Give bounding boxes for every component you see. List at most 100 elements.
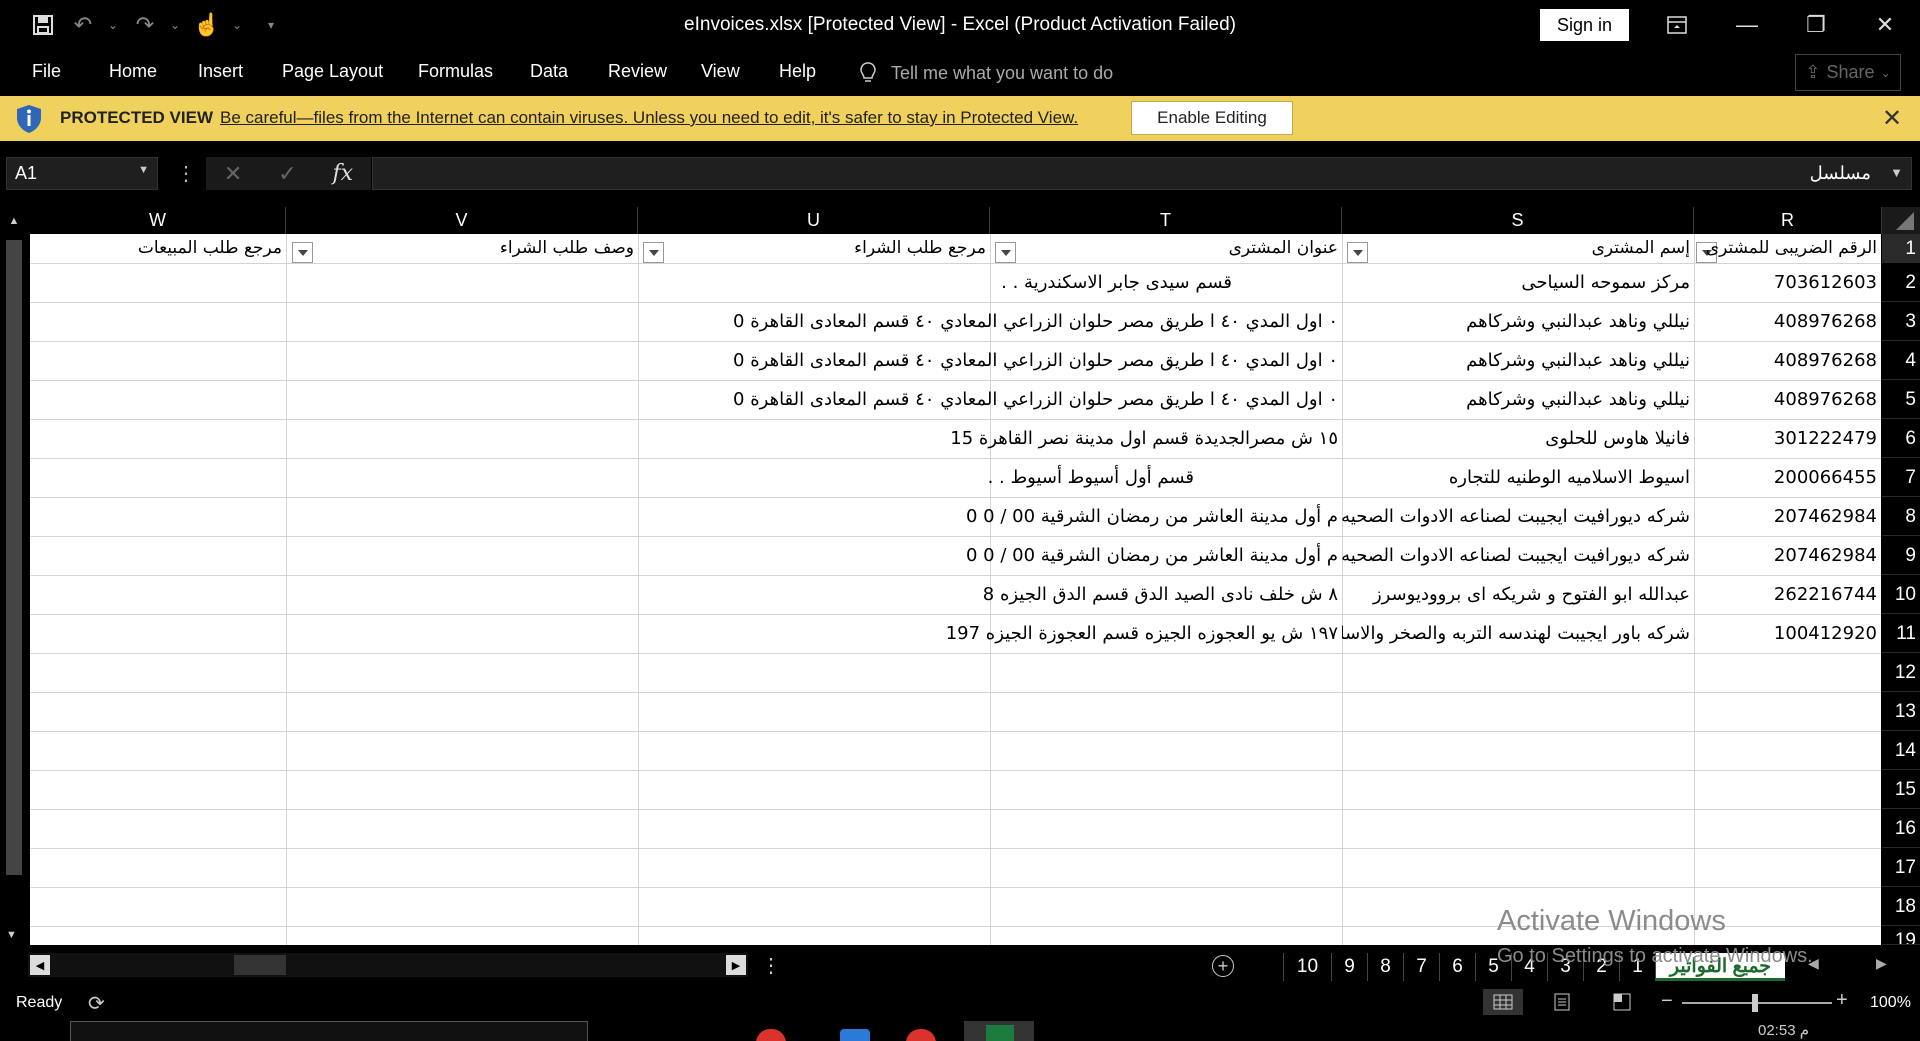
cell-r6[interactable]: 301222479 bbox=[1694, 419, 1881, 458]
zoom-level[interactable]: 100% bbox=[1870, 994, 1911, 1012]
customize-qat-icon[interactable]: ▾ bbox=[268, 18, 280, 32]
redo-icon[interactable]: ↷ bbox=[130, 12, 160, 38]
tab-formulas[interactable]: Formulas bbox=[418, 61, 493, 82]
touch-mode-icon[interactable]: ☝ bbox=[192, 12, 222, 38]
tab-split-handle-icon[interactable]: ⋮ bbox=[761, 953, 781, 978]
cell-r7[interactable]: 200066455 bbox=[1694, 458, 1881, 497]
cell-r2[interactable]: 703612603 bbox=[1694, 263, 1881, 302]
row-header-12[interactable]: 12 bbox=[1882, 653, 1920, 692]
tab-page-layout[interactable]: Page Layout bbox=[282, 61, 383, 82]
share-button[interactable]: ⇪ Share ⌄ bbox=[1795, 54, 1901, 91]
redo-dropdown-icon[interactable]: ⌄ bbox=[170, 18, 182, 32]
minimize-icon[interactable]: — bbox=[1718, 8, 1776, 42]
sheet-tab-8[interactable]: 8 bbox=[1367, 953, 1403, 981]
tab-help[interactable]: Help bbox=[779, 61, 816, 82]
column-header-r[interactable]: R bbox=[1694, 207, 1882, 234]
cell-s8[interactable]: شركه ديورافيت ايجيبت لصناعه الادوات الصح… bbox=[1342, 497, 1694, 536]
close-bar-icon[interactable]: ✕ bbox=[1882, 104, 1902, 133]
scroll-right-icon[interactable]: ▶ bbox=[726, 955, 746, 975]
formula-input[interactable]: مسلسل ▼ bbox=[372, 157, 1912, 190]
horizontal-scroll-thumb[interactable] bbox=[234, 955, 286, 975]
tab-review[interactable]: Review bbox=[608, 61, 667, 82]
accessibility-icon[interactable]: ⟳ bbox=[88, 991, 105, 1016]
cell-r4[interactable]: 408976268 bbox=[1694, 341, 1881, 380]
taskbar-excel-icon[interactable] bbox=[964, 1021, 1034, 1041]
sheet-tab-7[interactable]: 7 bbox=[1403, 953, 1439, 981]
sheet-tab-6[interactable]: 6 bbox=[1439, 953, 1475, 981]
cell-t2[interactable]: قسم سيدى جابر الاسكندرية . . bbox=[638, 263, 1342, 302]
tab-insert[interactable]: Insert bbox=[198, 61, 243, 82]
row-header-6[interactable]: 6 bbox=[1882, 419, 1920, 458]
taskbar-app-blue-icon[interactable] bbox=[840, 1029, 870, 1041]
taskbar-search-box[interactable] bbox=[70, 1021, 588, 1041]
restore-icon[interactable]: ❐ bbox=[1787, 8, 1845, 42]
row-header-1[interactable]: 1 bbox=[1882, 234, 1920, 263]
tab-home[interactable]: Home bbox=[109, 61, 157, 82]
expand-formula-bar-icon[interactable]: ▼ bbox=[1890, 165, 1903, 180]
row-header-10[interactable]: 10 bbox=[1882, 575, 1920, 614]
zoom-slider-knob[interactable] bbox=[1752, 994, 1758, 1012]
row-header-13[interactable]: 13 bbox=[1882, 692, 1920, 731]
cell-t8[interactable]: م أول مدينة العاشر من رمضان الشرقية 00 /… bbox=[638, 497, 1342, 536]
ribbon-display-options-icon[interactable] bbox=[1648, 8, 1706, 42]
column-header-u[interactable]: U bbox=[638, 207, 990, 234]
cell-s9[interactable]: شركه ديورافيت ايجيبت لصناعه الادوات الصح… bbox=[1342, 536, 1694, 575]
cell-r10[interactable]: 262216744 bbox=[1694, 575, 1881, 614]
select-all-corner[interactable] bbox=[1882, 207, 1920, 234]
row-header-9[interactable]: 9 bbox=[1882, 536, 1920, 575]
row-header-3[interactable]: 3 bbox=[1882, 302, 1920, 341]
protected-view-message[interactable]: Be careful—files from the Internet can c… bbox=[220, 108, 1078, 128]
cell-r9[interactable]: 207462984 bbox=[1694, 536, 1881, 575]
page-layout-view-icon[interactable] bbox=[1542, 989, 1582, 1015]
page-break-view-icon[interactable] bbox=[1602, 989, 1642, 1015]
scroll-left-icon[interactable]: ◀ bbox=[30, 955, 50, 975]
cell-s7[interactable]: اسيوط الاسلاميه الوطنيه للتجاره bbox=[1342, 458, 1694, 497]
cell-t6[interactable]: ١٥ ش مصرالجديدة قسم اول مدينة نصر القاهر… bbox=[638, 419, 1342, 458]
row-header-16[interactable]: 16 bbox=[1882, 809, 1920, 848]
cells-area[interactable]: مرجع طلب المبيعات وصف طلب الشراء مرجع طل… bbox=[30, 234, 1881, 945]
row-header-8[interactable]: 8 bbox=[1882, 497, 1920, 536]
name-box[interactable]: A1 ▼ bbox=[6, 157, 158, 190]
taskbar-app-red2-icon[interactable] bbox=[906, 1029, 936, 1041]
row-header-18[interactable]: 18 bbox=[1882, 887, 1920, 926]
save-icon[interactable] bbox=[28, 12, 58, 38]
insert-function-icon[interactable]: fx bbox=[332, 161, 353, 186]
cell-s3[interactable]: نيللي وناهد عبدالنبي وشركاهم bbox=[1342, 302, 1694, 341]
row-header-5[interactable]: 5 bbox=[1882, 380, 1920, 419]
cancel-icon[interactable]: ✕ bbox=[224, 161, 242, 187]
column-header-w[interactable]: W bbox=[30, 207, 286, 234]
row-header-14[interactable]: 14 bbox=[1882, 731, 1920, 770]
row-header-4[interactable]: 4 bbox=[1882, 341, 1920, 380]
scroll-down-icon[interactable]: ▼ bbox=[6, 929, 17, 941]
undo-dropdown-icon[interactable]: ⌄ bbox=[108, 18, 120, 32]
zoom-out-icon[interactable]: − bbox=[1661, 990, 1673, 1013]
enter-icon[interactable]: ✓ bbox=[278, 161, 296, 187]
cell-s6[interactable]: فانيلا هاوس للحلوى bbox=[1342, 419, 1694, 458]
touch-dropdown-icon[interactable]: ⌄ bbox=[232, 18, 244, 32]
cell-t5[interactable]: ٠ اول المدي ٤٠ ا طريق مصر حلوان الزراعي … bbox=[638, 380, 1342, 419]
tell-me-search[interactable]: Tell me what you want to do bbox=[859, 61, 1113, 85]
normal-view-icon[interactable] bbox=[1483, 989, 1523, 1015]
sheet-tab-10[interactable]: 10 bbox=[1283, 953, 1331, 981]
new-sheet-icon[interactable]: + bbox=[1212, 955, 1234, 977]
cell-s11[interactable]: شركه باور ايجيبت لهندسه التربه والصخر وا… bbox=[1342, 614, 1694, 653]
undo-icon[interactable]: ↶ bbox=[68, 12, 98, 38]
row-header-7[interactable]: 7 bbox=[1882, 458, 1920, 497]
sign-in-button[interactable]: Sign in bbox=[1540, 9, 1629, 41]
header-cell-v[interactable]: وصف طلب الشراء bbox=[286, 234, 638, 268]
cell-t4[interactable]: ٠ اول المدي ٤٠ ا طريق مصر حلوان الزراعي … bbox=[638, 341, 1342, 380]
header-cell-w[interactable]: مرجع طلب المبيعات bbox=[30, 234, 286, 268]
enable-editing-button[interactable]: Enable Editing bbox=[1131, 101, 1293, 135]
column-header-s[interactable]: S bbox=[1342, 207, 1694, 234]
cell-r3[interactable]: 408976268 bbox=[1694, 302, 1881, 341]
row-header-15[interactable]: 15 bbox=[1882, 770, 1920, 809]
cell-s10[interactable]: عبدالله ابو الفتوح و شريكه اى برووديوسرز bbox=[1342, 575, 1694, 614]
cell-s2[interactable]: مركز سموحه السياحى bbox=[1342, 263, 1694, 302]
cell-r5[interactable]: 408976268 bbox=[1694, 380, 1881, 419]
tab-scroll-right-icon[interactable]: ▶ bbox=[1876, 955, 1887, 972]
column-header-v[interactable]: V bbox=[286, 207, 638, 234]
vertical-scroll-thumb[interactable] bbox=[6, 240, 22, 875]
cell-t3[interactable]: ٠ اول المدي ٤٠ ا طريق مصر حلوان الزراعي … bbox=[638, 302, 1342, 341]
cell-t11[interactable]: ١٩٧ ش يو العجوزه الجيزه قسم العجوزة الجي… bbox=[638, 614, 1342, 653]
row-header-17[interactable]: 17 bbox=[1882, 848, 1920, 887]
